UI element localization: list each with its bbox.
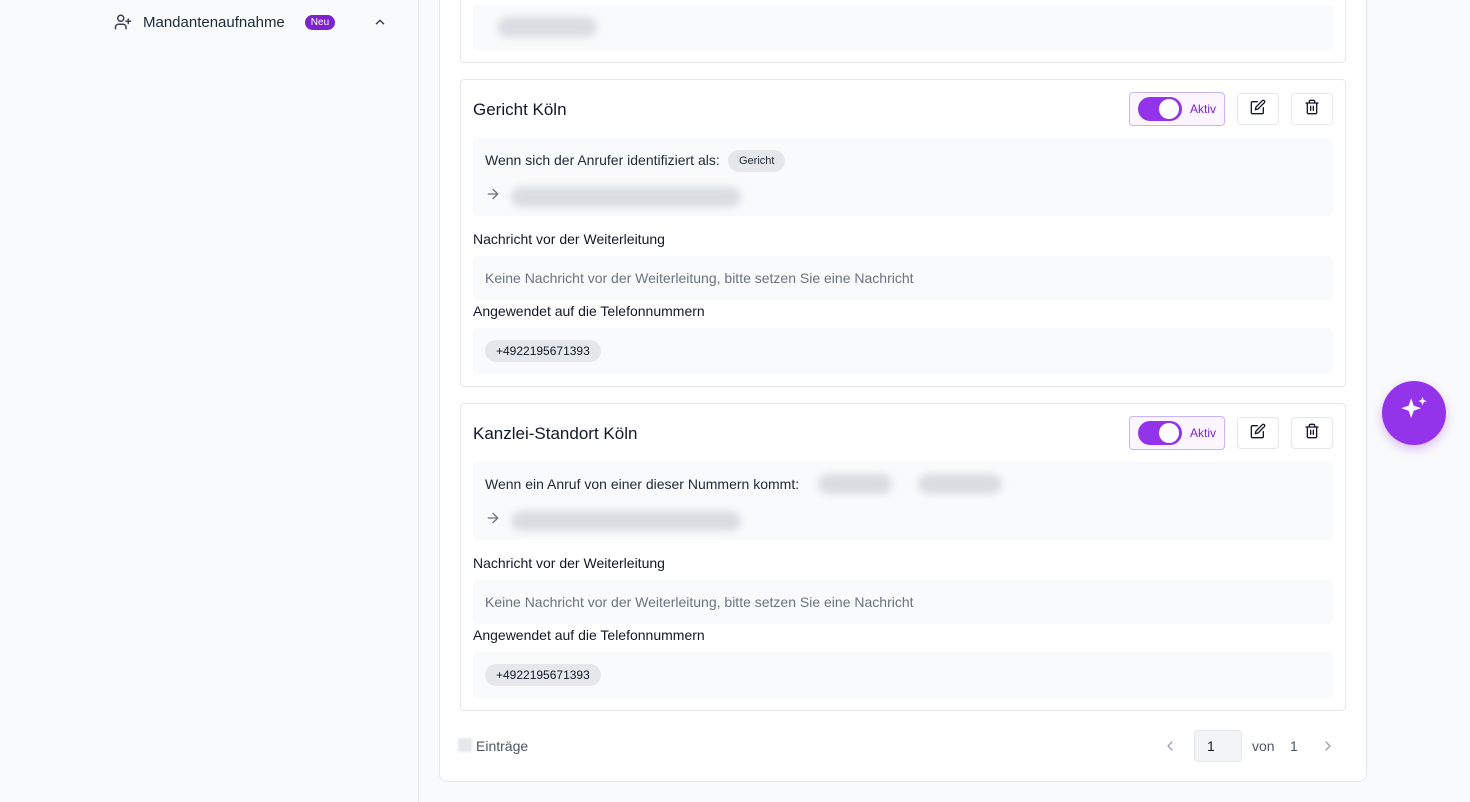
edit-icon [1250, 99, 1266, 120]
toggle-switch[interactable] [1138, 97, 1182, 121]
active-toggle[interactable]: Aktiv [1129, 416, 1225, 450]
phone-number-tag: +4922195671393 [485, 664, 601, 686]
caller-type-tag: Gericht [728, 150, 786, 172]
total-pages: 1 [1290, 738, 1298, 754]
delete-button[interactable] [1291, 417, 1333, 449]
phone-number-tag: +4922195671393 [485, 340, 601, 362]
toggle-label: Aktiv [1190, 102, 1217, 116]
sidebar-item-label: Mandantenaufnahme [143, 13, 285, 31]
page-of-label: von [1252, 738, 1275, 754]
numbers-label: Angewendet auf die Telefonnummern [473, 627, 705, 643]
sidebar-item-mandantenaufnahme[interactable]: Mandantenaufnahme Neu [113, 6, 391, 38]
condition-box [473, 5, 1333, 50]
entries-label: Einträge [476, 738, 529, 754]
numbers-box: +4922195671393 [473, 328, 1333, 374]
rule-card: Gericht Köln Aktiv Wenn sich der Anrufer… [460, 79, 1346, 387]
numbers-label: Angewendet auf die Telefonnummern [473, 303, 705, 319]
numbers-box: +4922195671393 [473, 652, 1333, 698]
trash-icon [1304, 423, 1320, 444]
new-badge: Neu [304, 14, 336, 30]
sparkles-icon [1397, 394, 1431, 433]
page-input[interactable]: 1 [1194, 730, 1242, 762]
active-toggle[interactable]: Aktiv [1129, 92, 1225, 126]
forward-target [485, 186, 741, 207]
page-size-select[interactable] [458, 738, 472, 752]
message-text: Keine Nachricht vor der Weiterleitung, b… [473, 580, 1333, 624]
ai-assistant-button[interactable] [1382, 381, 1446, 445]
message-text: Keine Nachricht vor der Weiterleitung, b… [473, 256, 1333, 300]
pagination: Einträge 1 von 1 [440, 724, 1366, 768]
delete-button[interactable] [1291, 93, 1333, 125]
rule-title: Kanzlei-Standort Köln [473, 424, 638, 443]
message-label: Nachricht vor der Weiterleitung [473, 555, 665, 571]
user-plus-icon [113, 12, 133, 32]
toggle-switch[interactable] [1138, 421, 1182, 445]
toggle-label: Aktiv [1190, 426, 1217, 440]
forward-target [485, 510, 741, 531]
arrow-right-icon [485, 186, 501, 207]
edit-icon [1250, 423, 1266, 444]
chevron-left-icon[interactable] [1162, 738, 1178, 759]
chevron-right-icon[interactable] [1320, 738, 1336, 759]
edit-button[interactable] [1237, 93, 1279, 125]
condition-box: Wenn ein Anruf von einer dieser Nummern … [473, 462, 1333, 540]
rule-card: Kanzlei-Standort Köln Aktiv Wenn ein Anr… [460, 403, 1346, 711]
condition-box: Wenn sich der Anrufer identifiziert als:… [473, 138, 1333, 216]
condition-text: Wenn sich der Anrufer identifiziert als: [485, 152, 720, 168]
arrow-right-icon [485, 510, 501, 531]
message-label: Nachricht vor der Weiterleitung [473, 231, 665, 247]
redacted-value [818, 474, 892, 494]
redacted-value [511, 510, 741, 531]
chevron-up-icon[interactable] [373, 15, 387, 34]
redacted-value [497, 17, 597, 37]
redacted-value [918, 474, 1002, 494]
trash-icon [1304, 99, 1320, 120]
edit-button[interactable] [1237, 417, 1279, 449]
rule-card-partial [460, 0, 1346, 63]
redacted-value [511, 186, 741, 207]
sidebar: Mandantenaufnahme Neu [0, 0, 419, 802]
condition-text: Wenn ein Anruf von einer dieser Nummern … [485, 476, 800, 492]
rule-title: Gericht Köln [473, 100, 567, 119]
